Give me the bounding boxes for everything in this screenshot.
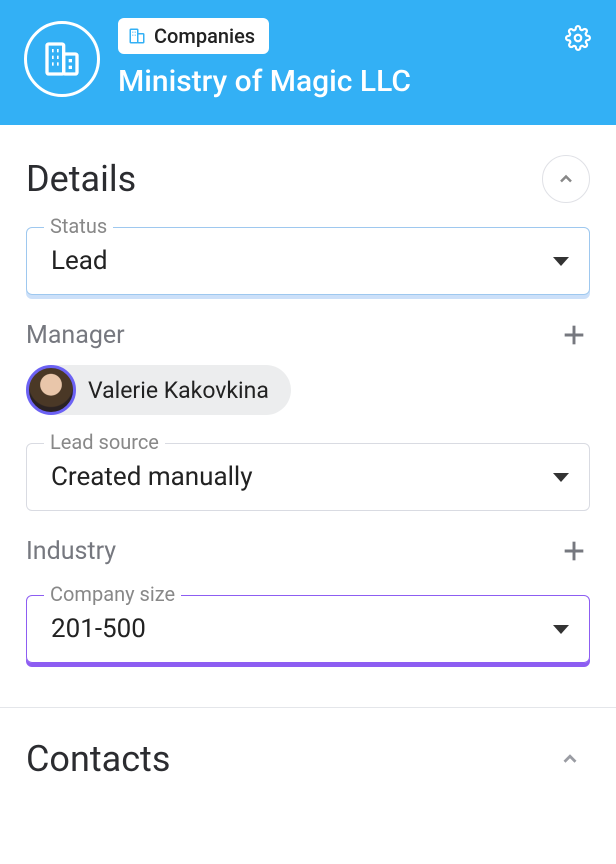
company-size-value: 201-500 <box>51 614 146 644</box>
header-content: Companies Ministry of Magic LLC <box>118 18 411 99</box>
contacts-title: Contacts <box>26 738 170 780</box>
contacts-section: Contacts <box>0 707 616 800</box>
details-title: Details <box>26 158 136 200</box>
company-size-label: Company size <box>44 582 181 606</box>
add-manager-button[interactable] <box>558 319 590 351</box>
breadcrumb-label: Companies <box>154 24 255 48</box>
manager-chip[interactable]: Valerie Kakovkina <box>26 365 291 415</box>
company-icon <box>24 21 100 97</box>
details-section: Details Status Lead Manager Valerie Kako… <box>0 125 616 707</box>
lead-source-label: Lead source <box>44 430 165 454</box>
caret-down-icon <box>553 257 569 266</box>
manager-header: Manager <box>26 319 590 351</box>
status-value: Lead <box>51 246 108 276</box>
manager-label: Manager <box>26 321 125 350</box>
status-field: Status Lead <box>26 227 590 295</box>
page-header: Companies Ministry of Magic LLC <box>0 0 616 125</box>
collapse-details-button[interactable] <box>542 155 590 203</box>
breadcrumb-companies[interactable]: Companies <box>118 18 269 54</box>
collapse-contacts-button[interactable] <box>550 739 590 779</box>
details-header: Details <box>26 155 590 203</box>
lead-source-value: Created manually <box>51 462 253 492</box>
add-industry-button[interactable] <box>558 535 590 567</box>
industry-label: Industry <box>26 537 116 566</box>
company-size-field: Company size 201-500 <box>26 595 590 663</box>
caret-down-icon <box>553 473 569 482</box>
industry-header: Industry <box>26 535 590 567</box>
page-title: Ministry of Magic LLC <box>118 64 411 99</box>
status-label: Status <box>44 214 113 238</box>
contacts-header: Contacts <box>26 738 590 780</box>
lead-source-field: Lead source Created manually <box>26 443 590 511</box>
settings-button[interactable] <box>564 24 592 52</box>
manager-name: Valerie Kakovkina <box>88 377 269 404</box>
avatar <box>26 365 76 415</box>
caret-down-icon <box>553 625 569 634</box>
